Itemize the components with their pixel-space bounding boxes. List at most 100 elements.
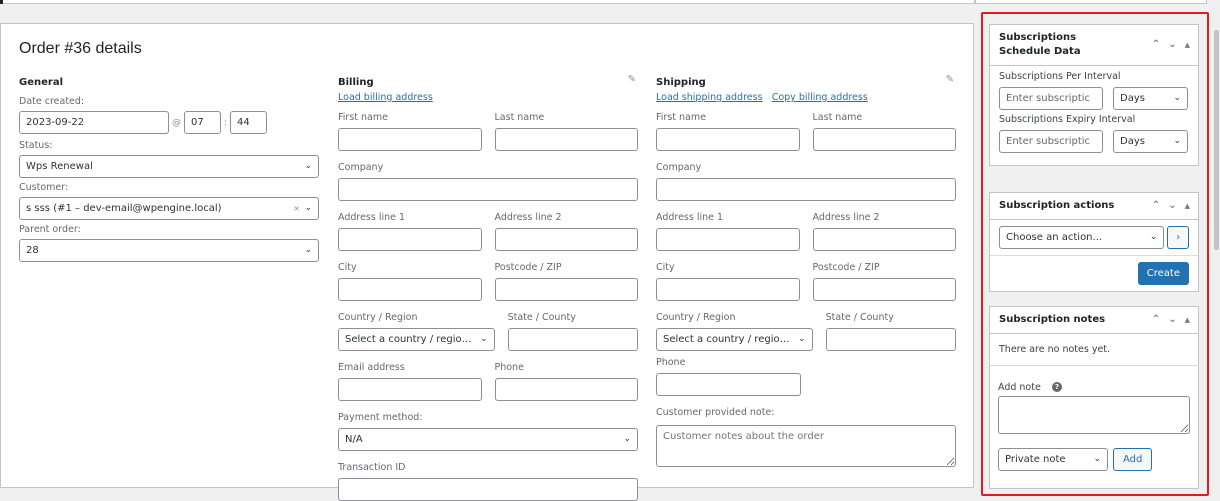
date-created-label: Date created: bbox=[19, 96, 85, 107]
payment-method-label: Payment method: bbox=[338, 412, 423, 423]
shipping-postcode-label: Postcode / ZIP bbox=[812, 262, 880, 273]
shipping-last-name-input[interactable] bbox=[812, 128, 956, 151]
shipping-city-input[interactable] bbox=[656, 278, 800, 301]
shipping-address1-input[interactable] bbox=[656, 228, 800, 251]
shipping-postcode-input[interactable] bbox=[812, 278, 956, 301]
chevron-down-icon: ⌄ bbox=[304, 161, 312, 171]
billing-country-select[interactable]: Select a country / regio… ⌄ bbox=[338, 328, 495, 351]
shipping-country-select[interactable]: Select a country / regio… ⌄ bbox=[656, 328, 813, 351]
copy-billing-address-link[interactable]: Copy billing address bbox=[772, 92, 868, 103]
collapse-toggle-icon[interactable]: ▲ bbox=[1185, 38, 1190, 52]
help-icon[interactable]: ? bbox=[1052, 382, 1063, 392]
billing-first-name-label: First name bbox=[338, 112, 388, 123]
load-shipping-address-link[interactable]: Load shipping address bbox=[656, 92, 763, 103]
date-created-input[interactable]: 2023-09-22 bbox=[19, 111, 169, 134]
no-notes-text: There are no notes yet. bbox=[990, 334, 1198, 366]
billing-heading: Billing bbox=[338, 77, 374, 88]
status-select[interactable]: Wps Renewal ⌄ bbox=[19, 155, 319, 178]
shipping-phone-input[interactable] bbox=[656, 373, 801, 396]
shipping-first-name-input[interactable] bbox=[656, 128, 800, 151]
customer-select[interactable]: s sss (#1 – dev-email@wpengine.local) × … bbox=[19, 197, 319, 220]
move-up-icon[interactable]: ⌃ bbox=[1152, 38, 1160, 52]
transaction-id-input[interactable] bbox=[338, 478, 638, 501]
billing-country-label: Country / Region bbox=[338, 312, 418, 323]
billing-state-input[interactable] bbox=[507, 328, 638, 351]
expiry-interval-input[interactable]: Enter subscriptic bbox=[999, 130, 1103, 153]
parent-order-value: 28 bbox=[26, 245, 39, 256]
schedule-box-header[interactable]: Subscriptions Schedule Data ⌃ ⌄ ▲ bbox=[990, 25, 1198, 66]
add-note-textarea[interactable] bbox=[998, 396, 1190, 434]
shipping-first-name-label: First name bbox=[656, 112, 706, 123]
note-type-value: Private note bbox=[1005, 454, 1066, 465]
customer-note-label: Customer provided note: bbox=[656, 407, 775, 418]
edit-billing-icon[interactable]: ✎ bbox=[628, 74, 636, 85]
expiry-interval-label: Subscriptions Expiry Interval bbox=[999, 114, 1136, 125]
actions-box-header[interactable]: Subscription actions ⌃ ⌄ ▲ bbox=[990, 193, 1198, 220]
billing-city-input[interactable] bbox=[338, 278, 482, 301]
billing-address2-input[interactable] bbox=[494, 228, 638, 251]
subscription-action-value: Choose an action... bbox=[1006, 232, 1103, 243]
schedule-box-title: Subscriptions Schedule Data bbox=[999, 32, 1081, 57]
move-down-icon[interactable]: ⌄ bbox=[1168, 38, 1176, 52]
chevron-down-icon: ⌄ bbox=[1173, 93, 1181, 103]
hour-input[interactable]: 07 bbox=[184, 111, 221, 134]
shipping-address2-label: Address line 2 bbox=[812, 212, 880, 223]
per-interval-label: Subscriptions Per Interval bbox=[999, 71, 1121, 82]
customer-note-textarea[interactable] bbox=[656, 425, 956, 467]
actions-box-title: Subscription actions bbox=[999, 200, 1115, 211]
shipping-state-label: State / County bbox=[825, 312, 894, 323]
add-note-button[interactable]: Add bbox=[1113, 448, 1153, 471]
payment-method-select[interactable]: N/A ⌄ bbox=[338, 428, 638, 451]
billing-phone-input[interactable] bbox=[494, 378, 638, 401]
billing-email-input[interactable] bbox=[338, 378, 482, 401]
note-type-select[interactable]: Private note ⌄ bbox=[998, 448, 1108, 471]
billing-section: Billing ✎ Load billing address First nam… bbox=[338, 74, 638, 501]
scrollbar-thumb[interactable] bbox=[1214, 30, 1219, 250]
order-details-panel: Order #36 details General Date created: … bbox=[0, 23, 974, 501]
scrollbar[interactable] bbox=[1212, 0, 1220, 500]
edit-shipping-icon[interactable]: ✎ bbox=[946, 74, 954, 85]
notes-box-header[interactable]: Subscription notes ⌃ ⌄ ▲ bbox=[990, 307, 1198, 334]
subscription-action-select[interactable]: Choose an action... ⌄ bbox=[999, 226, 1165, 249]
parent-order-select[interactable]: 28 ⌄ bbox=[19, 239, 319, 262]
page-title: Order #36 details bbox=[19, 40, 142, 57]
shipping-state-input[interactable] bbox=[825, 328, 956, 351]
chevron-down-icon: ⌄ bbox=[1093, 454, 1101, 464]
shipping-company-input[interactable] bbox=[656, 178, 956, 201]
move-up-icon[interactable]: ⌃ bbox=[1152, 199, 1160, 213]
shipping-address2-input[interactable] bbox=[812, 228, 956, 251]
time-colon: : bbox=[224, 117, 228, 128]
billing-address1-input[interactable] bbox=[338, 228, 482, 251]
load-billing-address-link[interactable]: Load billing address bbox=[338, 92, 433, 103]
apply-action-button[interactable]: › bbox=[1167, 226, 1189, 249]
clear-icon[interactable]: × bbox=[293, 198, 300, 219]
billing-phone-label: Phone bbox=[494, 362, 524, 373]
per-interval-input[interactable]: Enter subscriptic bbox=[999, 87, 1103, 110]
move-down-icon[interactable]: ⌄ bbox=[1168, 199, 1176, 213]
chevron-down-icon: ⌄ bbox=[480, 334, 488, 344]
billing-company-label: Company bbox=[338, 162, 384, 173]
collapse-toggle-icon[interactable]: ▲ bbox=[1185, 199, 1190, 213]
move-down-icon[interactable]: ⌄ bbox=[1168, 313, 1176, 327]
customer-label: Customer: bbox=[19, 182, 69, 193]
billing-email-label: Email address bbox=[338, 362, 405, 373]
general-heading: General bbox=[19, 77, 63, 88]
billing-country-placeholder: Select a country / regio… bbox=[345, 334, 472, 345]
billing-company-input[interactable] bbox=[338, 178, 638, 201]
add-note-label: Add note bbox=[998, 382, 1041, 393]
shipping-country-placeholder: Select a country / regio… bbox=[663, 334, 790, 345]
shipping-section: Shipping ✎ Load shipping address Copy bi… bbox=[656, 74, 956, 467]
expiry-interval-unit-select[interactable]: Days ⌄ bbox=[1113, 130, 1188, 153]
minute-input[interactable]: 44 bbox=[230, 111, 268, 134]
billing-last-name-input[interactable] bbox=[494, 128, 638, 151]
subscription-notes-box: Subscription notes ⌃ ⌄ ▲ There are no no… bbox=[989, 306, 1199, 489]
billing-postcode-input[interactable] bbox=[494, 278, 638, 301]
per-interval-unit-select[interactable]: Days ⌄ bbox=[1113, 87, 1188, 110]
collapse-toggle-icon[interactable]: ▲ bbox=[1185, 313, 1190, 327]
customer-value: s sss (#1 – dev-email@wpengine.local) bbox=[26, 203, 222, 214]
create-button[interactable]: Create bbox=[1137, 262, 1189, 285]
move-up-icon[interactable]: ⌃ bbox=[1152, 313, 1160, 327]
billing-postcode-label: Postcode / ZIP bbox=[494, 262, 562, 273]
billing-first-name-input[interactable] bbox=[338, 128, 482, 151]
parent-order-label: Parent order: bbox=[19, 224, 81, 235]
